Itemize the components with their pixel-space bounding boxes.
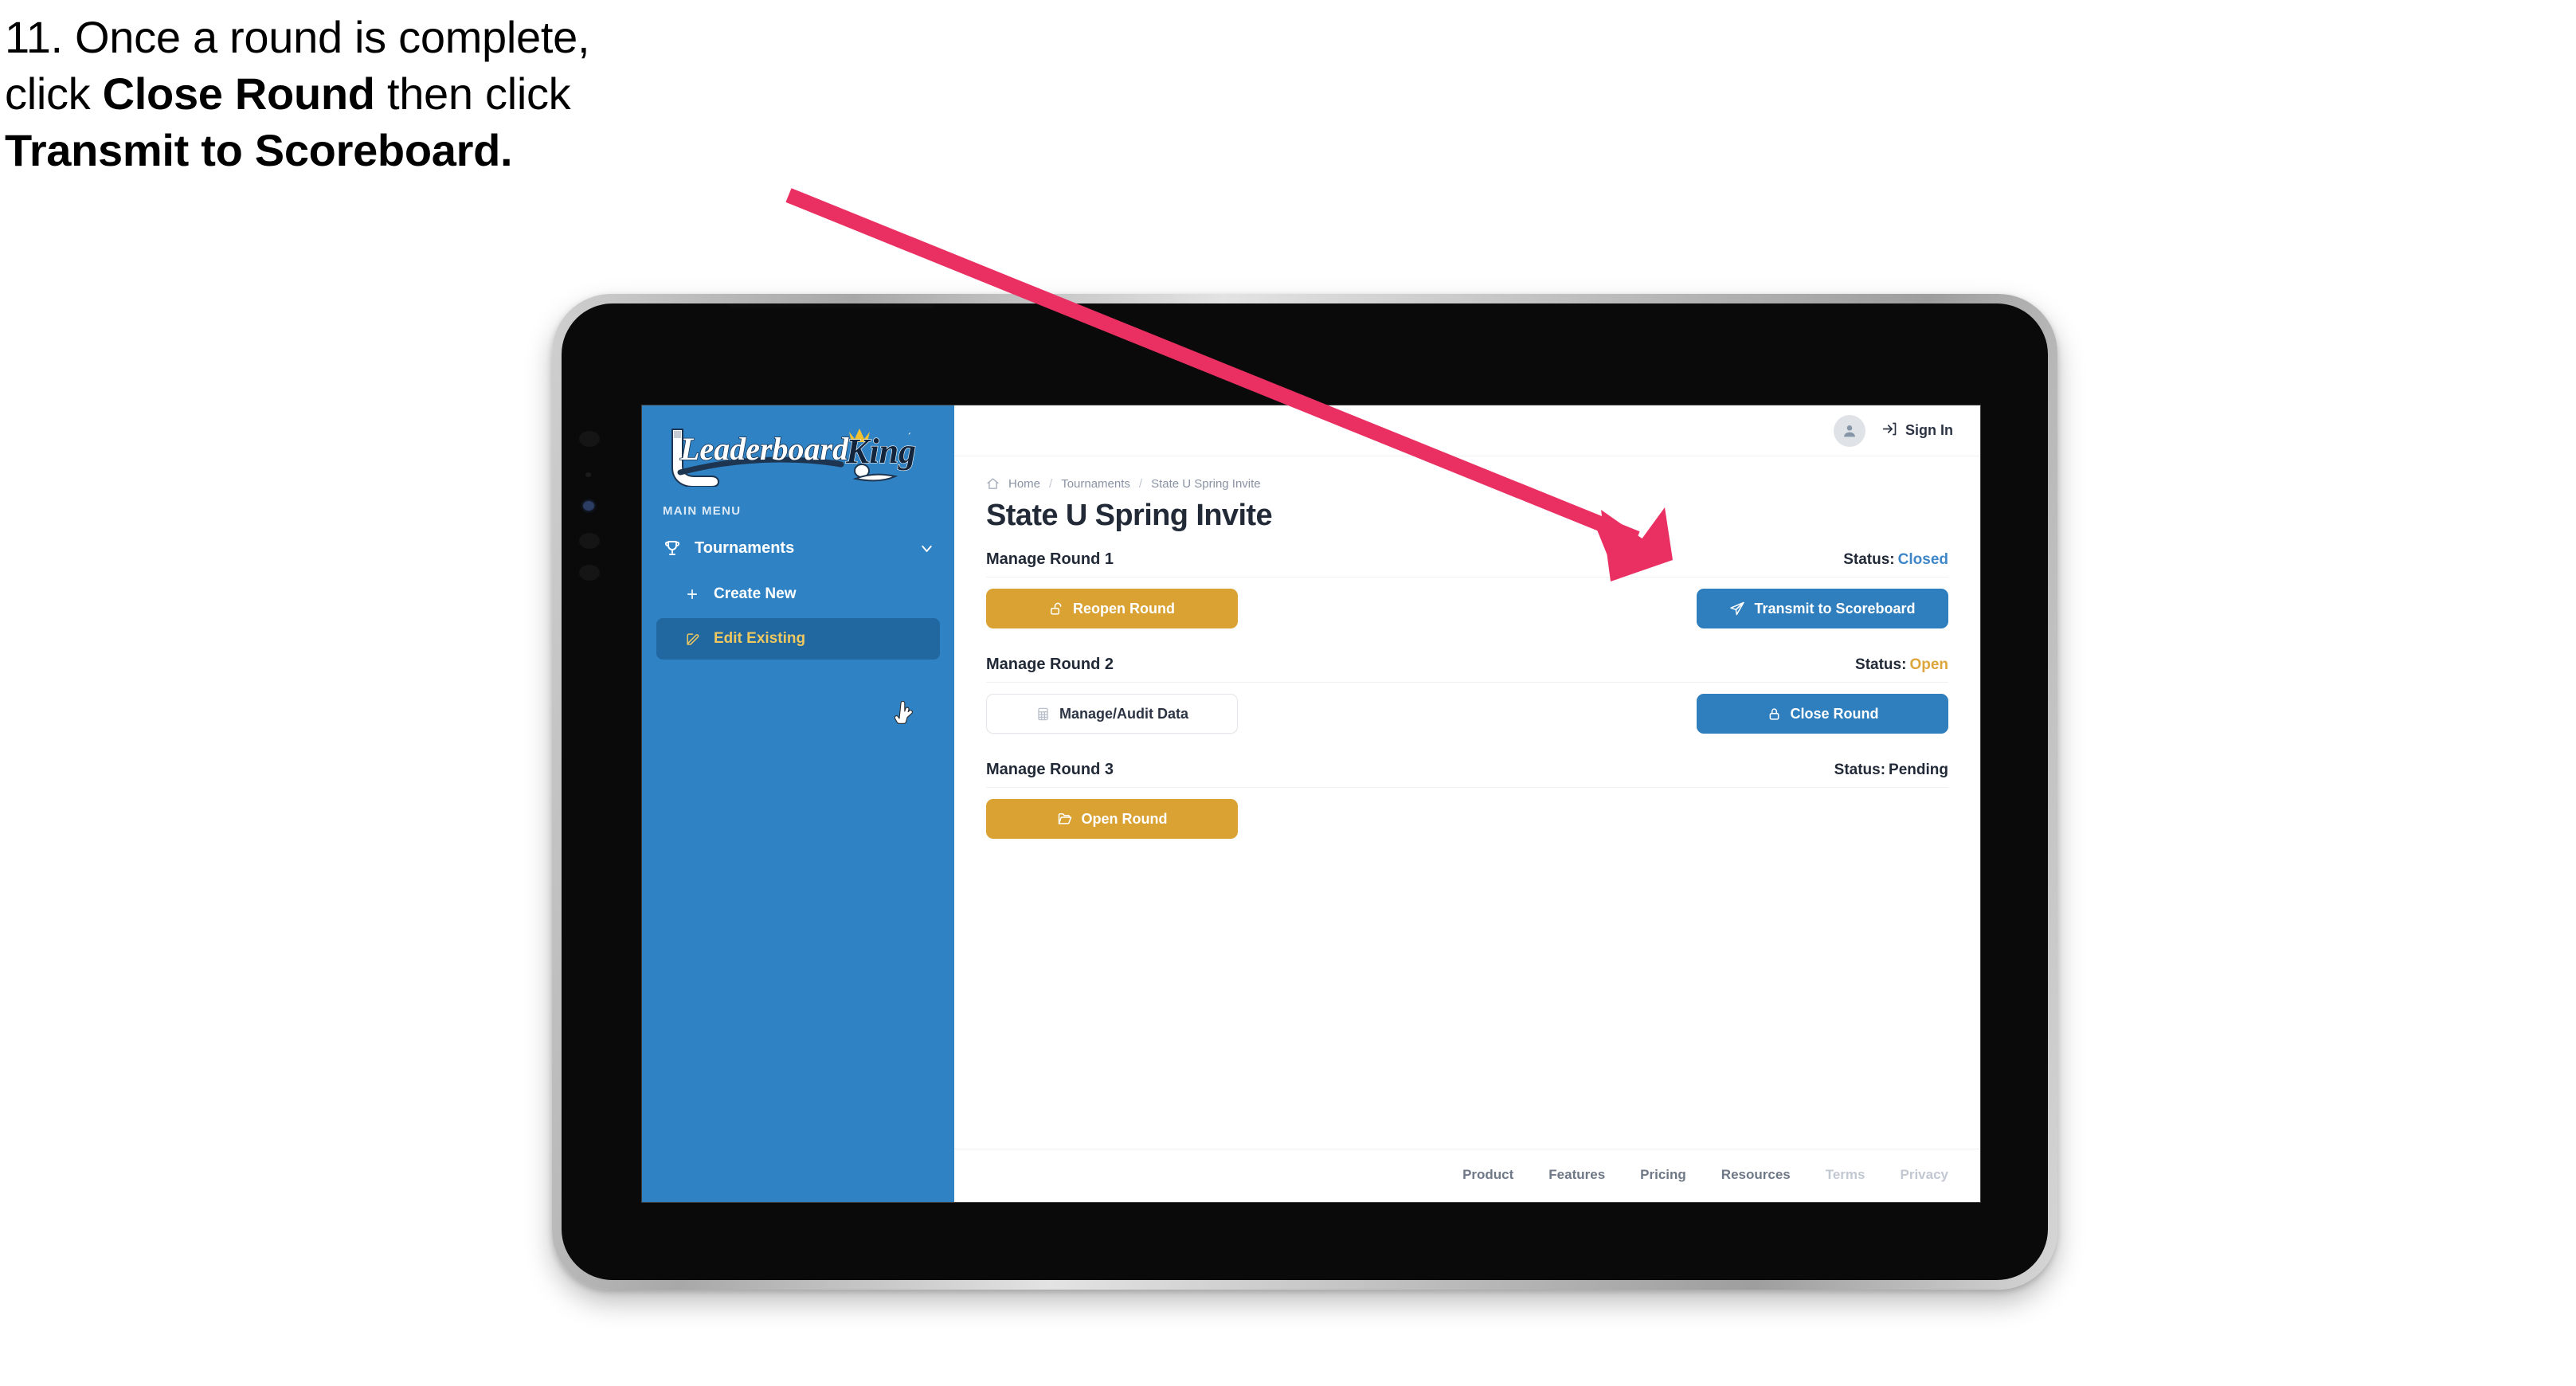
sign-in-label: Sign In (1905, 422, 1953, 438)
footer-links: Product Features Pricing Resources Terms… (954, 1149, 1980, 1202)
svg-text:´: ´ (908, 431, 911, 443)
round-block-2: Manage Round 2 Status: Open Manage/Audit… (986, 656, 1948, 734)
round-3-actions: Open Round (986, 799, 1948, 839)
app-logo[interactable]: Leaderboard King ´ (642, 405, 954, 490)
sidebar-item-tournaments[interactable]: Tournaments (642, 526, 954, 570)
reopen-round-label: Reopen Round (1073, 600, 1175, 617)
front-camera-icon (579, 431, 600, 447)
mouse-pointer-hand-cursor (894, 701, 913, 724)
transmit-to-scoreboard-button[interactable]: Transmit to Scoreboard (1697, 589, 1948, 628)
round-2-status: Status: Open (1855, 656, 1948, 674)
close-round-label: Close Round (1790, 705, 1879, 722)
sign-in-button[interactable]: Sign In (1881, 421, 1953, 441)
footer-link-resources[interactable]: Resources (1721, 1167, 1791, 1183)
pencil-square-icon (682, 632, 703, 647)
footer-link-product[interactable]: Product (1462, 1167, 1513, 1183)
round-2-title: Manage Round 2 (986, 656, 1114, 673)
paper-plane-icon (1729, 601, 1745, 617)
transmit-to-scoreboard-label: Transmit to Scoreboard (1754, 600, 1916, 617)
home-icon (986, 477, 1000, 491)
lock-icon (1767, 707, 1782, 722)
caption-close-round-emphasis: Close Round (102, 69, 375, 119)
breadcrumb-item-home[interactable]: Home (1008, 477, 1040, 491)
unlock-icon (1049, 601, 1064, 617)
footer-link-features[interactable]: Features (1548, 1167, 1605, 1183)
breadcrumb: Home / Tournaments / State U Spring Invi… (986, 477, 1948, 491)
round-2-status-label: Status: (1855, 656, 1907, 673)
microphone-icon (579, 565, 600, 581)
plus-icon (682, 587, 703, 601)
round-block-3: Manage Round 3 Status: Pending Open Roun… (986, 761, 1948, 839)
caption-line-2-post: then click (374, 69, 571, 119)
round-block-1: Manage Round 1 Status: Closed Reopen Rou… (986, 550, 1948, 628)
footer-link-terms[interactable]: Terms (1826, 1167, 1865, 1183)
caption-line-2-pre: click (5, 69, 103, 119)
round-1-header: Manage Round 1 Status: Closed (986, 550, 1948, 578)
sidebar-section-label: MAIN MENU (663, 504, 742, 518)
breadcrumb-separator: / (1049, 477, 1053, 491)
sidebar-item-edit-existing[interactable]: Edit Existing (656, 618, 940, 660)
tablet-screen-bezel: Leaderboard King ´ MAIN MENU Tournaments… (562, 303, 2048, 1280)
table-grid-icon (1035, 707, 1051, 722)
sidebar-item-edit-existing-label: Edit Existing (714, 630, 806, 647)
round-1-status-label: Status: (1843, 551, 1895, 568)
round-3-status: Status: Pending (1834, 762, 1948, 779)
breadcrumb-separator: / (1138, 477, 1143, 491)
sidebar-item-create-new[interactable]: Create New (656, 574, 940, 615)
speaker-notch (729, 303, 936, 308)
sidebar-item-tournaments-label: Tournaments (695, 538, 795, 557)
round-3-title: Manage Round 3 (986, 761, 1114, 778)
round-3-status-value: Pending (1889, 762, 1948, 778)
sidebar: Leaderboard King ´ MAIN MENU Tournaments… (642, 405, 954, 1202)
caption-line-1: 11. Once a round is complete, (5, 14, 865, 60)
top-bar: Sign In (954, 405, 1980, 456)
tablet-device-frame: Leaderboard King ´ MAIN MENU Tournaments… (552, 294, 2057, 1290)
svg-text:Leaderboard: Leaderboard (679, 431, 849, 467)
leaderboard-king-logo-icon: Leaderboard King ´ (671, 429, 917, 487)
svg-text:King: King (845, 432, 916, 471)
folder-open-icon (1057, 811, 1073, 827)
round-3-header: Manage Round 3 Status: Pending (986, 761, 1948, 788)
sign-in-icon (1881, 421, 1898, 441)
round-1-status: Status: Closed (1843, 551, 1948, 569)
page-title: State U Spring Invite (986, 499, 1273, 532)
round-1-actions: Reopen Round Transmit to Scoreboard (986, 589, 1948, 628)
content-area: Home / Tournaments / State U Spring Invi… (954, 456, 1980, 1149)
manage-audit-data-button[interactable]: Manage/Audit Data (986, 694, 1238, 734)
browser-viewport: Leaderboard King ´ MAIN MENU Tournaments… (642, 405, 1980, 1202)
avatar[interactable] (1834, 414, 1865, 447)
footer-link-privacy[interactable]: Privacy (1901, 1167, 1949, 1183)
open-round-button[interactable]: Open Round (986, 799, 1238, 839)
close-round-button[interactable]: Close Round (1697, 694, 1948, 734)
main-content: Sign In Home / Tournaments / State U Spr… (954, 405, 1980, 1202)
open-round-label: Open Round (1081, 810, 1168, 827)
user-avatar-icon (1844, 425, 1855, 437)
round-2-actions: Manage/Audit Data Close Round (986, 694, 1948, 734)
instruction-caption: 11. Once a round is complete, click Clos… (5, 14, 865, 184)
trophy-icon (663, 538, 687, 558)
round-2-status-value: Open (1909, 656, 1948, 673)
sidebar-item-create-new-label: Create New (714, 585, 797, 602)
round-3-status-label: Status: (1834, 762, 1886, 778)
indicator-led-icon (583, 501, 594, 511)
round-1-title: Manage Round 1 (986, 550, 1114, 568)
ambient-sensor-icon (585, 472, 591, 477)
caption-transmit-emphasis: Transmit to Scoreboard. (5, 125, 513, 176)
round-1-status-value: Closed (1897, 551, 1948, 568)
reopen-round-button[interactable]: Reopen Round (986, 589, 1238, 628)
caption-line-3: Transmit to Scoreboard. (5, 127, 865, 173)
caption-line-2: click Close Round then click (5, 71, 865, 116)
breadcrumb-item-current[interactable]: State U Spring Invite (1151, 477, 1261, 491)
manage-audit-data-label: Manage/Audit Data (1059, 705, 1189, 722)
chevron-down-icon[interactable] (918, 540, 935, 557)
proximity-sensor-icon (579, 533, 600, 549)
footer-link-pricing[interactable]: Pricing (1640, 1167, 1686, 1183)
breadcrumb-item-tournaments[interactable]: Tournaments (1061, 477, 1130, 491)
round-2-header: Manage Round 2 Status: Open (986, 656, 1948, 683)
caption-line-1-text: 11. Once a round is complete, (5, 12, 590, 62)
